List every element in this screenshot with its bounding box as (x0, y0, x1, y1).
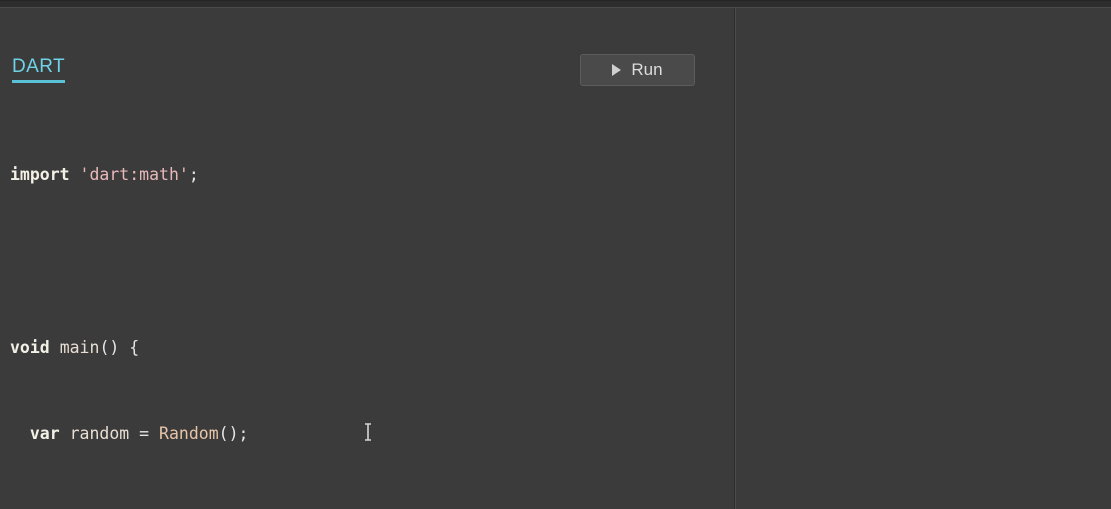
output-pane: CO 100 done! λ print(Object object) → vo… (736, 8, 1111, 509)
tab-dart[interactable]: DART (12, 56, 65, 83)
code-editor[interactable]: import 'dart:math'; void main() { var ra… (10, 104, 527, 509)
chrome-top-hairline (0, 0, 1111, 1)
code-line: void main() { (10, 337, 140, 357)
text-ibeam-cursor (362, 422, 374, 442)
play-triangle-icon (612, 64, 622, 76)
code-line: import 'dart:math'; (10, 165, 199, 185)
editor-pane: DART Run import 'dart:math'; void main()… (0, 8, 735, 509)
tab-dart-label: DART (12, 56, 65, 77)
window-chrome-bar (0, 0, 1111, 8)
dartpad-window: DART Run import 'dart:math'; void main()… (0, 0, 1111, 509)
run-button[interactable]: Run (580, 54, 695, 86)
code-line: var random = Random(); (29, 423, 249, 443)
tab-dart-underline (12, 80, 65, 83)
run-button-label: Run (631, 60, 663, 79)
